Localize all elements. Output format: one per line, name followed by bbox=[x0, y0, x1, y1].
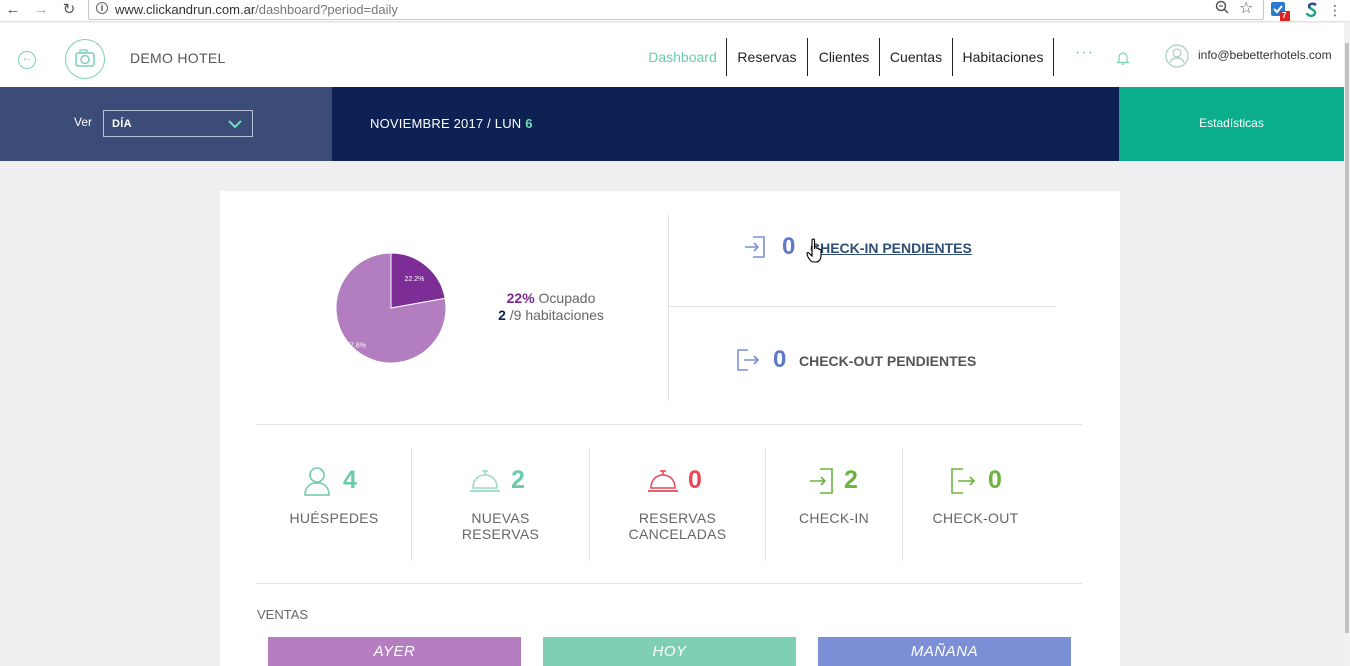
ver-label: Ver bbox=[74, 115, 93, 129]
current-date: NOVIEMBRE 2017 / LUN 6 bbox=[370, 116, 533, 131]
period-value: DÍA bbox=[112, 118, 132, 130]
pie-slice-label: 22.2% bbox=[404, 276, 424, 283]
checkin-pending-count: 0 bbox=[782, 233, 796, 260]
checkin-pending-link[interactable]: CHECK-IN PENDIENTES bbox=[810, 240, 972, 256]
stats-label: Estadísticas bbox=[1199, 116, 1264, 130]
cancelled-reservations-label: RESERVAS CANCELADAS bbox=[628, 510, 727, 542]
checkout-count: 0 bbox=[988, 466, 1002, 494]
bell-service-icon bbox=[470, 470, 500, 492]
bell-icon[interactable] bbox=[1116, 51, 1130, 65]
browser-toolbar: ← → ↻ i www.clickandrun.com.ar/dashboard… bbox=[0, 0, 1350, 22]
nav-divider bbox=[807, 38, 808, 76]
bell-service-icon bbox=[648, 470, 678, 492]
guest-icon bbox=[304, 467, 330, 496]
checkin-label: CHECK-IN bbox=[798, 510, 870, 526]
checkin-count: 2 bbox=[844, 466, 858, 494]
ventas-ayer-button[interactable]: AYER bbox=[268, 637, 521, 666]
url-text: www.clickandrun.com.ar/dashboard?period=… bbox=[115, 2, 398, 17]
metric-checkout[interactable]: 0 CHECK-OUT bbox=[903, 448, 1048, 561]
ventas-heading: VENTAS bbox=[257, 607, 309, 622]
chevron-down-icon bbox=[228, 117, 242, 129]
guests-count: 4 bbox=[343, 466, 357, 494]
checkout-pending-count: 0 bbox=[773, 346, 787, 373]
divider bbox=[257, 583, 1082, 584]
camera-icon[interactable] bbox=[65, 39, 105, 79]
nav-dashboard[interactable]: Dashboard bbox=[645, 38, 720, 76]
pending-checkin[interactable]: 0 CHECK-IN PENDIENTES bbox=[744, 233, 1044, 263]
more-menu-icon[interactable]: ··· bbox=[1075, 44, 1094, 62]
nav-reservas[interactable]: Reservas bbox=[733, 38, 801, 76]
hand-cursor-icon bbox=[806, 238, 822, 263]
forward-arrow-icon[interactable]: → bbox=[32, 1, 50, 19]
ventas-hoy-button[interactable]: HOY bbox=[543, 637, 796, 666]
checkout-label: CHECK-OUT bbox=[932, 510, 1019, 526]
hotel-name: DEMO HOTEL bbox=[130, 50, 226, 66]
dashboard-card: 22.2% 77.8% 22% Ocupado 2 /9 habitaciones… bbox=[220, 191, 1120, 666]
checkout-pending-label: CHECK-OUT PENDIENTES bbox=[799, 353, 977, 369]
metric-nuevas-reservas[interactable]: 2 NUEVAS RESERVAS bbox=[412, 448, 589, 561]
rooms-total: /9 habitaciones bbox=[509, 307, 604, 323]
nav-divider bbox=[1053, 38, 1054, 76]
pie-slice-label: 77.8% bbox=[346, 342, 366, 349]
address-bar[interactable]: i www.clickandrun.com.ar/dashboard?perio… bbox=[88, 0, 1264, 20]
back-circle-icon[interactable] bbox=[18, 50, 36, 69]
cancelled-reservations-count: 0 bbox=[688, 466, 702, 494]
metric-checkin[interactable]: 2 CHECK-IN bbox=[766, 448, 902, 561]
page-scrollbar[interactable] bbox=[1344, 23, 1350, 666]
checkout-icon bbox=[951, 468, 976, 494]
period-select[interactable]: DÍA bbox=[103, 110, 253, 137]
divider bbox=[668, 306, 1056, 307]
new-reservations-label: NUEVAS RESERVAS bbox=[461, 510, 540, 542]
checkin-icon bbox=[745, 236, 765, 258]
rooms-occupied: 2 bbox=[498, 307, 506, 323]
occupancy-label: Ocupado bbox=[538, 290, 596, 306]
period-toolbar: Ver DÍA bbox=[0, 87, 332, 161]
checkout-icon bbox=[737, 349, 760, 371]
guests-label: HUÉSPEDES bbox=[289, 510, 379, 526]
date-bar: NOVIEMBRE 2017 / LUN 6 bbox=[332, 87, 1119, 161]
checkin-icon bbox=[810, 468, 833, 494]
occupancy-percent: 22% bbox=[506, 290, 535, 306]
info-icon[interactable]: i bbox=[96, 2, 108, 14]
scrollbar-thumb[interactable] bbox=[1345, 43, 1349, 633]
nav-clientes[interactable]: Clientes bbox=[813, 38, 875, 76]
divider bbox=[257, 424, 1082, 425]
extension-s-icon[interactable] bbox=[1304, 2, 1320, 18]
occupancy-pie-chart: 22.2% 77.8% bbox=[335, 252, 447, 364]
metric-reservas-canceladas[interactable]: 0 RESERVAS CANCELADAS bbox=[590, 448, 765, 561]
new-reservations-count: 2 bbox=[511, 466, 525, 494]
nav-divider bbox=[952, 38, 953, 76]
star-icon[interactable]: ☆ bbox=[1239, 0, 1253, 18]
user-avatar-icon[interactable] bbox=[1165, 44, 1189, 68]
divider bbox=[668, 214, 669, 401]
stats-button[interactable]: Estadísticas bbox=[1119, 87, 1344, 161]
browser-menu-icon[interactable]: ⋮ bbox=[1326, 1, 1344, 19]
app-header: DEMO HOTEL Dashboard Reservas Clientes C… bbox=[0, 23, 1344, 87]
occupancy-summary: 22% Ocupado 2 /9 habitaciones bbox=[476, 290, 626, 324]
nav-divider bbox=[879, 38, 880, 76]
nav-habitaciones[interactable]: Habitaciones bbox=[958, 38, 1048, 76]
nav-cuentas[interactable]: Cuentas bbox=[885, 38, 947, 76]
ventas-manana-button[interactable]: MAÑANA bbox=[818, 637, 1071, 666]
pending-checkout[interactable]: 0 CHECK-OUT PENDIENTES bbox=[736, 346, 1036, 376]
extension-badge: 7 bbox=[1282, 11, 1287, 20]
reload-icon[interactable]: ↻ bbox=[60, 1, 78, 19]
extension-check-icon[interactable]: 7 bbox=[1271, 2, 1290, 21]
user-email[interactable]: info@bebetterhotels.com bbox=[1198, 48, 1332, 62]
metric-huespedes[interactable]: 4 HUÉSPEDES bbox=[257, 448, 411, 561]
nav-divider bbox=[726, 38, 727, 76]
back-arrow-icon[interactable]: ← bbox=[4, 1, 22, 19]
zoom-icon[interactable] bbox=[1215, 0, 1229, 17]
